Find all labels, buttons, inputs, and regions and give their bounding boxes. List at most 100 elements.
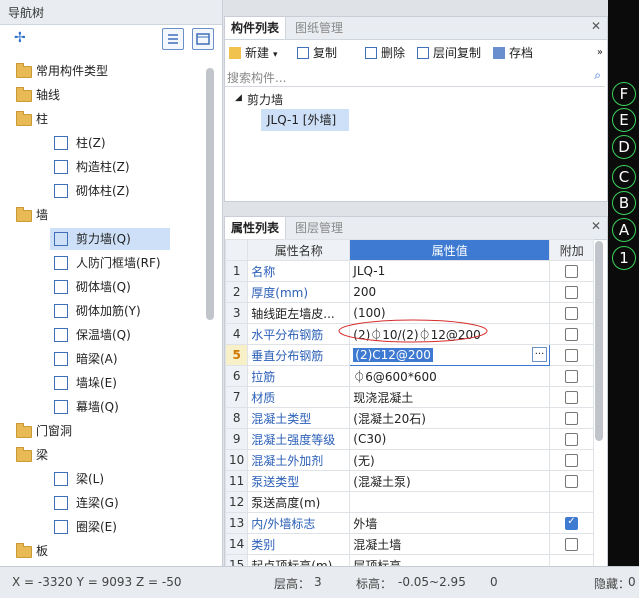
nav-folder[interactable]: 板 bbox=[14, 540, 194, 562]
component-type-icon bbox=[54, 280, 68, 294]
extra-checkbox[interactable] bbox=[565, 516, 579, 530]
delete-button[interactable]: 删除 bbox=[365, 43, 405, 63]
copy-button[interactable]: 复制 bbox=[297, 43, 337, 63]
extra-checkbox[interactable] bbox=[565, 370, 579, 383]
table-row[interactable]: 8 混凝土类型 (混凝土20石) bbox=[224, 407, 595, 429]
panel-close-icon[interactable]: ✕ bbox=[591, 219, 601, 233]
panel-view-button[interactable] bbox=[192, 28, 214, 50]
property-scrollbar[interactable] bbox=[595, 241, 603, 441]
property-value[interactable]: (C30) bbox=[349, 428, 551, 450]
nav-item[interactable]: 砌体加筋(Y) bbox=[50, 300, 170, 322]
nav-item-label: 墙垛(E) bbox=[76, 376, 117, 390]
table-row[interactable]: 12 泵送高度(m) bbox=[224, 491, 595, 513]
component-search-input[interactable]: 搜索构件... ⌕ bbox=[225, 67, 605, 87]
table-row[interactable]: 11 泵送类型 (混凝土泵) bbox=[224, 470, 595, 492]
nav-item-label: 板 bbox=[36, 544, 49, 558]
nav-item[interactable]: 砌体柱(Z) bbox=[50, 180, 170, 202]
property-value[interactable]: 200 bbox=[349, 281, 551, 303]
nav-folder[interactable]: 梁 bbox=[14, 444, 194, 466]
property-value[interactable] bbox=[349, 491, 551, 513]
nav-item[interactable]: 砌体墙(Q) bbox=[50, 276, 170, 298]
component-type-icon bbox=[54, 160, 68, 174]
nav-item-label: 砌体墙(Q) bbox=[76, 280, 131, 294]
save-archive-button[interactable]: 存档 bbox=[493, 43, 533, 63]
nav-item[interactable]: 暗梁(A) bbox=[50, 348, 170, 370]
ellipsis-edit-button[interactable]: ··· bbox=[531, 347, 548, 362]
nav-item[interactable]: 人防门框墙(RF) bbox=[50, 252, 170, 274]
dropdown-arrow-icon[interactable]: ▾ bbox=[273, 50, 278, 60]
row-index: 2 bbox=[224, 281, 249, 303]
new-button[interactable]: 新建 ▾ bbox=[229, 43, 278, 63]
nav-folder[interactable]: 轴线 bbox=[14, 84, 194, 106]
extra-checkbox[interactable] bbox=[565, 454, 579, 467]
extra-checkbox[interactable] bbox=[565, 328, 579, 341]
property-value[interactable]: (混凝土泵) bbox=[349, 470, 551, 492]
property-value[interactable]: JLQ-1 bbox=[349, 260, 551, 282]
tree-group-shear-wall[interactable]: 剪力墙 bbox=[247, 91, 283, 108]
navigation-tree-panel: 导航树 ✢ 常用构件类型 轴线柱柱(Z) 构造柱(Z) 砌体柱(Z) 墙剪力墙(Q) 人防… bbox=[0, 0, 223, 566]
nav-item[interactable]: 保温墙(Q) bbox=[50, 324, 170, 346]
panel-close-icon[interactable]: ✕ bbox=[591, 19, 601, 33]
extra-checkbox[interactable] bbox=[565, 475, 579, 488]
tab-layer-management[interactable]: 图层管理 bbox=[289, 217, 349, 239]
extra-checkbox[interactable] bbox=[565, 412, 579, 425]
property-value[interactable]: (2)C12@200 ··· bbox=[349, 344, 551, 366]
property-value[interactable]: 现浇混凝土 bbox=[349, 386, 551, 408]
table-row[interactable]: 6 拉筋 ⏀6@600*600 bbox=[224, 365, 595, 387]
tab-component-list[interactable]: 构件列表 bbox=[225, 17, 287, 39]
floor-copy-button[interactable]: 层间复制 bbox=[417, 43, 481, 63]
tab-drawing-management[interactable]: 图纸管理 bbox=[289, 17, 349, 39]
table-row[interactable]: 14 类别 混凝土墙 bbox=[224, 533, 595, 555]
extra-checkbox[interactable] bbox=[565, 538, 579, 551]
table-row[interactable]: 9 混凝土强度等级 (C30) bbox=[224, 428, 595, 450]
drawing-canvas[interactable]: F E D C B A 1 bbox=[608, 0, 639, 566]
property-name: 泵送高度(m) bbox=[247, 491, 351, 513]
more-icon[interactable]: » bbox=[597, 47, 603, 58]
nav-item-label: 暗梁(A) bbox=[76, 352, 118, 366]
table-row[interactable]: 13 内/外墙标志 外墙 bbox=[224, 512, 595, 534]
extra-checkbox[interactable] bbox=[565, 286, 579, 299]
property-value[interactable]: (无) bbox=[349, 449, 551, 471]
row-index: 6 bbox=[224, 365, 249, 387]
search-icon[interactable]: ⌕ bbox=[594, 68, 601, 83]
extra-checkbox[interactable] bbox=[565, 265, 579, 278]
nav-item[interactable]: 柱(Z) bbox=[50, 132, 170, 154]
table-row[interactable]: 2 厚度(mm) 200 bbox=[224, 281, 595, 303]
table-row[interactable]: 1 名称 JLQ-1 bbox=[224, 260, 595, 282]
nav-item[interactable]: 剪力墙(Q) bbox=[50, 228, 170, 250]
axis-label: 1 bbox=[612, 246, 636, 270]
component-item-jlq1[interactable]: JLQ-1 [外墙] bbox=[261, 109, 349, 131]
nav-folder[interactable]: 柱 bbox=[14, 108, 194, 130]
nav-item[interactable]: 幕墙(Q) bbox=[50, 396, 170, 418]
extra-checkbox[interactable] bbox=[565, 433, 579, 446]
extra-checkbox[interactable] bbox=[565, 349, 579, 362]
nav-item[interactable]: 墙垛(E) bbox=[50, 372, 170, 394]
extra-checkbox[interactable] bbox=[565, 307, 579, 320]
property-value[interactable]: ⏀6@600*600 bbox=[349, 365, 551, 387]
nav-item[interactable]: 连梁(G) bbox=[50, 492, 170, 514]
table-row[interactable]: 7 材质 现浇混凝土 bbox=[224, 386, 595, 408]
component-type-icon bbox=[54, 232, 68, 246]
nav-folder[interactable]: 墙 bbox=[14, 204, 194, 226]
nav-folder[interactable]: 门窗洞 bbox=[14, 420, 194, 442]
nav-folder[interactable]: 常用构件类型 bbox=[14, 60, 194, 82]
nav-scrollbar[interactable] bbox=[206, 68, 214, 320]
table-row[interactable]: 5 垂直分布钢筋 (2)C12@200 ··· bbox=[224, 344, 595, 366]
extra-checkbox[interactable] bbox=[565, 391, 579, 404]
property-value[interactable]: 外墙 bbox=[349, 512, 551, 534]
nav-item[interactable]: 构造柱(Z) bbox=[50, 156, 170, 178]
property-value[interactable]: (混凝土20石) bbox=[349, 407, 551, 429]
axis-label: B bbox=[612, 191, 636, 215]
nav-item[interactable]: 圈梁(E) bbox=[50, 516, 170, 538]
nav-item[interactable]: 梁(L) bbox=[50, 468, 170, 490]
table-row[interactable]: 10 混凝土外加剂 (无) bbox=[224, 449, 595, 471]
extra-cell bbox=[549, 302, 595, 324]
collapse-icon[interactable]: ◢ bbox=[235, 93, 242, 103]
nav-item-label: 柱(Z) bbox=[76, 136, 106, 150]
list-view-button[interactable] bbox=[162, 28, 184, 50]
property-value-editing[interactable]: (2)C12@200 bbox=[353, 348, 433, 362]
tab-property-list[interactable]: 属性列表 bbox=[225, 217, 287, 239]
add-icon[interactable]: ✢ bbox=[14, 30, 26, 46]
property-value[interactable]: 混凝土墙 bbox=[349, 533, 551, 555]
row-index: 3 bbox=[224, 302, 249, 324]
